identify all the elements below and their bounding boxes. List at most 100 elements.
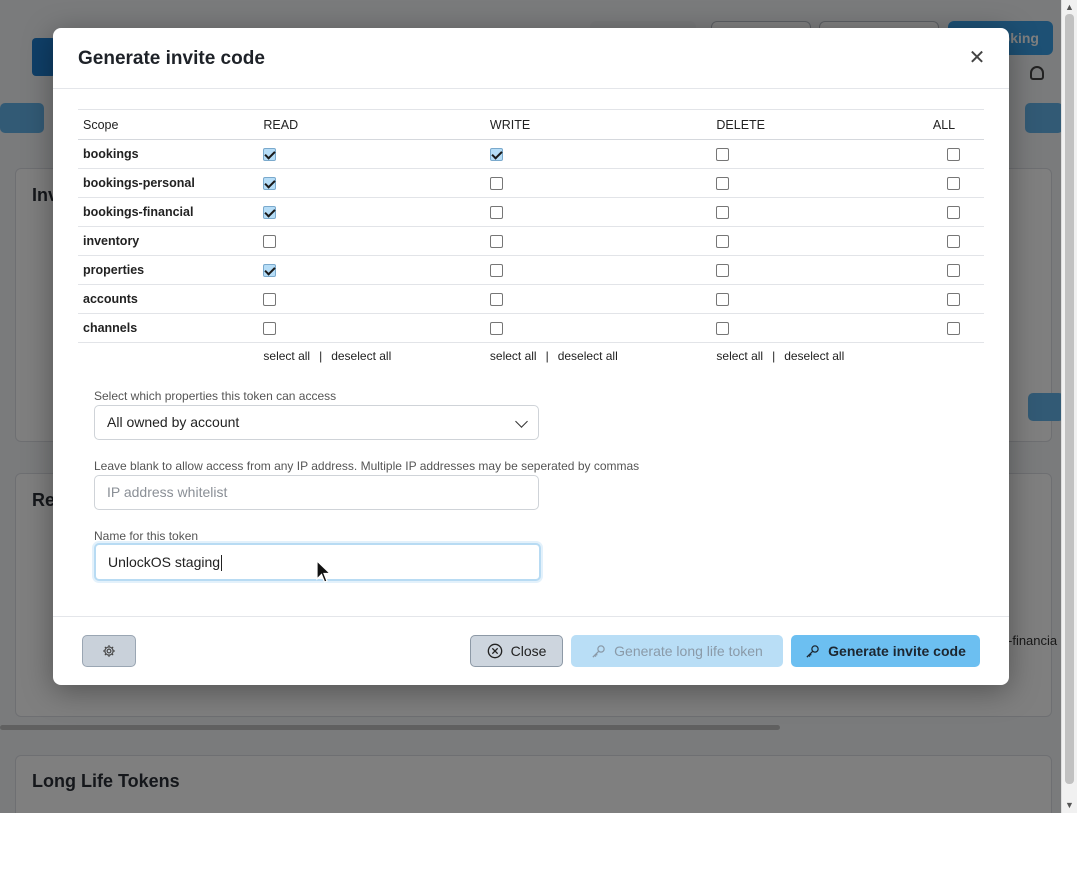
properties-all-checkbox[interactable] xyxy=(946,264,960,277)
inventory-all-checkbox[interactable] xyxy=(946,235,960,248)
header-read: READ xyxy=(258,109,485,140)
bookings-financial-all-checkbox[interactable] xyxy=(946,206,960,219)
select-all-read-link[interactable]: select all xyxy=(263,349,310,363)
generate-invite-code-button[interactable]: Generate invite code xyxy=(791,635,980,667)
scope-name: bookings xyxy=(78,139,259,169)
bookings-delete-checkbox[interactable] xyxy=(716,148,730,161)
scope-cell-read xyxy=(258,168,485,198)
table-row: properties xyxy=(78,255,984,285)
gear-icon xyxy=(103,645,115,658)
channels-read-checkbox[interactable] xyxy=(263,322,277,335)
scope-cell-all xyxy=(927,197,984,227)
deselect-all-delete-link[interactable]: deselect all xyxy=(784,349,844,363)
generate-long-life-token-button[interactable]: Generate long life token xyxy=(571,635,783,667)
select-all-delete-link[interactable]: select all xyxy=(716,349,763,363)
mouse-cursor-icon xyxy=(316,560,332,583)
scope-cell-read xyxy=(258,313,485,343)
scope-cell-delete xyxy=(711,284,928,314)
scroll-thumb[interactable] xyxy=(1065,14,1074,784)
modal-header: Generate invite code ✕ xyxy=(53,28,1009,89)
channels-write-checkbox[interactable] xyxy=(489,322,503,335)
scope-cell-delete xyxy=(711,313,928,343)
ip-whitelist-placeholder: IP address whitelist xyxy=(107,484,228,500)
bookings-all-checkbox[interactable] xyxy=(946,148,960,161)
scope-cell-delete xyxy=(711,139,928,169)
scope-name: bookings-personal xyxy=(78,168,259,198)
scope-cell-all xyxy=(927,284,984,314)
scope-name: accounts xyxy=(78,284,259,314)
properties-label: Select which properties this token can a… xyxy=(94,389,337,403)
scope-permissions-table: Scope READ WRITE DELETE ALL bookings book… xyxy=(78,109,984,369)
scope-cell-write xyxy=(484,168,712,198)
bookings-financial-write-checkbox[interactable] xyxy=(489,206,503,219)
close-button-label: Close xyxy=(510,643,547,659)
separator: | xyxy=(545,349,549,363)
select-controls-read: select all | deselect all xyxy=(258,343,485,370)
inventory-read-checkbox[interactable] xyxy=(263,235,277,248)
scroll-down-icon[interactable]: ▼ xyxy=(1065,800,1074,810)
properties-write-checkbox[interactable] xyxy=(489,264,503,277)
scope-cell-delete xyxy=(711,226,928,256)
vertical-scrollbar[interactable]: ▲ ▼ xyxy=(1061,0,1077,813)
bookings-read-checkbox[interactable] xyxy=(263,148,277,161)
properties-delete-checkbox[interactable] xyxy=(716,264,730,277)
table-header-row: Scope READ WRITE DELETE ALL xyxy=(78,109,984,140)
bookings-personal-all-checkbox[interactable] xyxy=(946,177,960,190)
scope-cell-all xyxy=(927,226,984,256)
scope-cell-all xyxy=(927,313,984,343)
scope-cell-write xyxy=(484,197,712,227)
inventory-delete-checkbox[interactable] xyxy=(716,235,730,248)
accounts-read-checkbox[interactable] xyxy=(263,293,277,306)
ip-whitelist-input[interactable]: IP address whitelist xyxy=(94,475,539,510)
deselect-all-write-link[interactable]: deselect all xyxy=(558,349,618,363)
invite-code-modal: Generate invite code ✕ Scope READ WRITE … xyxy=(53,28,1009,685)
scope-name: channels xyxy=(78,313,259,343)
bookings-personal-delete-checkbox[interactable] xyxy=(716,177,730,190)
deselect-all-read-link[interactable]: deselect all xyxy=(331,349,391,363)
properties-select[interactable]: All owned by account xyxy=(94,405,539,440)
channels-delete-checkbox[interactable] xyxy=(716,322,730,335)
scope-cell-read xyxy=(258,284,485,314)
scope-cell-read xyxy=(258,226,485,256)
scope-cell-delete xyxy=(711,168,928,198)
separator: | xyxy=(772,349,776,363)
scope-cell-all xyxy=(927,168,984,198)
token-name-label: Name for this token xyxy=(94,529,199,543)
select-controls-delete: select all | deselect all xyxy=(711,343,927,370)
scope-cell-all xyxy=(927,139,984,169)
bookings-personal-read-checkbox[interactable] xyxy=(263,177,277,190)
accounts-delete-checkbox[interactable] xyxy=(716,293,730,306)
scope-cell-delete xyxy=(711,255,928,285)
bookings-personal-write-checkbox[interactable] xyxy=(489,177,503,190)
scope-cell-all xyxy=(927,255,984,285)
scope-name: inventory xyxy=(78,226,259,256)
key-icon xyxy=(806,645,819,658)
table-row: bookings xyxy=(78,139,984,169)
bookings-financial-read-checkbox[interactable] xyxy=(263,206,277,219)
bookings-financial-delete-checkbox[interactable] xyxy=(716,206,730,219)
properties-select-value: All owned by account xyxy=(107,414,240,430)
close-button[interactable]: Close xyxy=(470,635,563,667)
close-icon[interactable]: ✕ xyxy=(967,48,987,68)
select-controls-write: select all | deselect all xyxy=(485,343,712,370)
scope-cell-read xyxy=(258,255,485,285)
scope-cell-read xyxy=(258,139,485,169)
inventory-write-checkbox[interactable] xyxy=(489,235,503,248)
select-all-row-blank xyxy=(78,343,258,370)
scope-name: bookings-financial xyxy=(78,197,259,227)
select-all-write-link[interactable]: select all xyxy=(490,349,537,363)
chevron-down-icon xyxy=(515,415,528,428)
header-write: WRITE xyxy=(484,109,712,140)
accounts-all-checkbox[interactable] xyxy=(946,293,960,306)
text-caret xyxy=(221,555,223,572)
settings-button[interactable] xyxy=(82,635,136,667)
scroll-up-icon[interactable]: ▲ xyxy=(1065,2,1074,12)
long-life-button-label: Generate long life token xyxy=(614,643,763,659)
bookings-write-checkbox[interactable] xyxy=(489,148,503,161)
properties-read-checkbox[interactable] xyxy=(263,264,277,277)
scope-cell-write xyxy=(484,226,712,256)
accounts-write-checkbox[interactable] xyxy=(489,293,503,306)
channels-all-checkbox[interactable] xyxy=(946,322,960,335)
header-all: ALL xyxy=(927,109,984,140)
select-all-row: select all | deselect all select all | desele… xyxy=(78,343,984,370)
